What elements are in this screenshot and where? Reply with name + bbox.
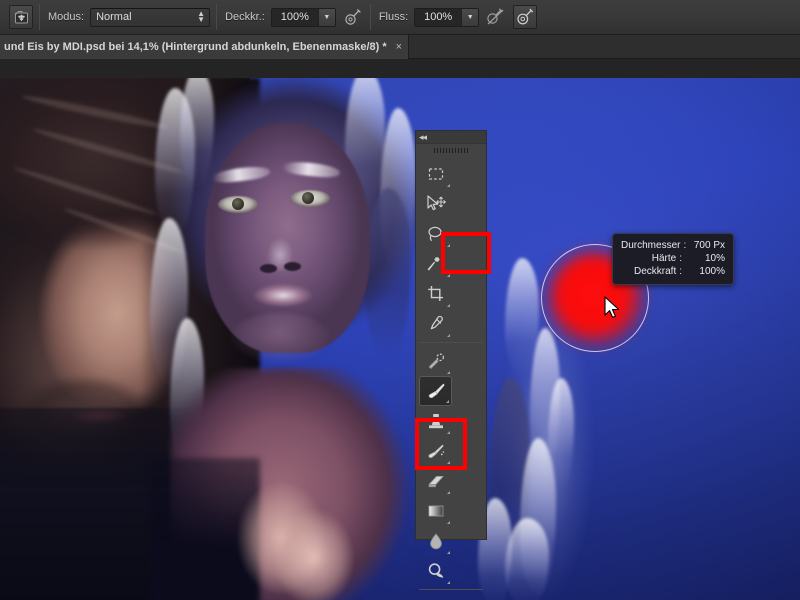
tool-flyout-triangle-icon	[447, 491, 450, 494]
tooltip-key: Härte	[651, 253, 677, 264]
tool-eyedropper[interactable]	[419, 309, 452, 339]
flame-strand	[505, 518, 549, 600]
options-separator-1	[39, 4, 40, 30]
tool-clone-stamp[interactable]	[419, 406, 452, 436]
tool-flyout-triangle-icon	[447, 431, 450, 434]
tool-brush[interactable]	[419, 376, 452, 406]
mouse-pointer-icon	[604, 296, 621, 320]
tools-divider	[419, 342, 483, 343]
canvas-area[interactable]: Durchmesser : 700 Px Härte : 10% Deckkra…	[0, 59, 800, 600]
canvas-top-gutter	[0, 59, 800, 78]
tool-dodge[interactable]	[419, 556, 452, 586]
tools-grid	[416, 157, 486, 600]
tooltip-key: Deckkraft	[633, 266, 677, 277]
hand-right	[260, 498, 380, 600]
tool-rectangular-marquee[interactable]	[419, 159, 452, 189]
options-separator-2	[216, 4, 218, 30]
brush-preset-picker-icon[interactable]	[9, 5, 33, 29]
tools-panel: ◂◂	[415, 130, 487, 590]
tool-flyout-triangle-icon	[447, 244, 450, 247]
woman-mouth	[245, 280, 321, 314]
woman-pupil-left	[232, 198, 244, 210]
document-tab-title: und Eis by MDI.psd bei 14,1% (Hintergrun…	[4, 41, 387, 53]
tool-flyout-triangle-icon	[447, 581, 450, 584]
opacity-input[interactable]: 100% ▼	[270, 7, 336, 27]
tooltip-key: Durchmesser	[621, 240, 681, 251]
options-bar: Modus: Normal ▲ ▼ Deckkr.: 100% ▼ Fluss: …	[0, 0, 800, 35]
artwork-image: Durchmesser : 700 Px Härte : 10% Deckkra…	[0, 78, 800, 600]
chevron-down-icon[interactable]: ▼	[461, 8, 479, 26]
opacity-value: 100%	[271, 8, 318, 26]
document-tab-bar: und Eis by MDI.psd bei 14,1% (Hintergrun…	[0, 35, 800, 59]
tool-gradient[interactable]	[419, 496, 452, 526]
close-icon[interactable]: ×	[396, 41, 402, 53]
tooltip-row: Härte : 10%	[621, 252, 725, 265]
tool-flyout-triangle-icon	[447, 274, 450, 277]
mode-label: Modus:	[48, 11, 85, 23]
blend-mode-select[interactable]: Normal ▲ ▼	[90, 7, 211, 27]
tool-flyout-triangle-icon	[447, 551, 450, 554]
woman-figure	[150, 78, 450, 600]
woman-chin	[230, 313, 330, 363]
tool-flyout-triangle-icon	[447, 184, 450, 187]
flow-label: Fluss:	[378, 11, 409, 23]
tools-panel-header[interactable]: ◂◂	[416, 131, 486, 144]
chevron-updown-icon: ▲ ▼	[197, 9, 206, 24]
grip-dots-icon	[434, 148, 468, 153]
tool-move[interactable]	[419, 189, 452, 219]
woman-pupil-right	[302, 192, 314, 204]
tooltip-row: Deckkraft : 100%	[621, 265, 725, 278]
tools-divider	[419, 589, 483, 590]
brush-info-tooltip: Durchmesser : 700 Px Härte : 10% Deckkra…	[612, 233, 734, 285]
tool-eraser[interactable]	[419, 466, 452, 496]
options-separator-3	[369, 4, 371, 30]
photoshop-window: Modus: Normal ▲ ▼ Deckkr.: 100% ▼ Fluss: …	[0, 0, 800, 600]
document-tab[interactable]: und Eis by MDI.psd bei 14,1% (Hintergrun…	[0, 35, 410, 59]
collapse-panel-icon[interactable]: ◂◂	[419, 132, 427, 143]
tool-healing-brush[interactable]	[419, 346, 452, 376]
tool-flyout-triangle-icon	[447, 521, 450, 524]
tool-blur[interactable]	[419, 526, 452, 556]
tooltip-row: Durchmesser : 700 Px	[621, 239, 725, 252]
opacity-label: Deckkr.:	[225, 11, 265, 23]
tooltip-value: 700 Px	[693, 240, 725, 251]
tool-flyout-triangle-icon	[447, 304, 450, 307]
tool-flyout-triangle-icon	[447, 461, 450, 464]
tablet-pressure-opacity-icon[interactable]	[485, 6, 507, 28]
tool-flyout-triangle-icon	[446, 400, 449, 403]
tool-crop[interactable]	[419, 279, 452, 309]
tools-panel-drag-grip[interactable]	[416, 144, 486, 157]
flow-value: 100%	[415, 8, 462, 26]
tooltip-value: 10%	[704, 253, 725, 264]
woman-nostril-right	[284, 262, 301, 271]
tool-magic-wand[interactable]	[419, 249, 452, 279]
woman-nostril-left	[260, 264, 277, 273]
blend-mode-value: Normal	[96, 11, 132, 23]
tool-lasso[interactable]	[419, 219, 452, 249]
tooltip-value: 100%	[699, 266, 725, 277]
tool-flyout-triangle-icon	[447, 334, 450, 337]
tool-history-brush[interactable]	[419, 436, 452, 466]
tablet-pressure-size-icon[interactable]	[513, 5, 538, 29]
airbrush-pressure-icon[interactable]	[342, 6, 364, 28]
chevron-down-icon[interactable]: ▼	[317, 8, 335, 26]
flow-input[interactable]: 100% ▼	[414, 7, 480, 27]
tool-flyout-triangle-icon	[447, 371, 450, 374]
tool-pen[interactable]	[419, 593, 452, 600]
